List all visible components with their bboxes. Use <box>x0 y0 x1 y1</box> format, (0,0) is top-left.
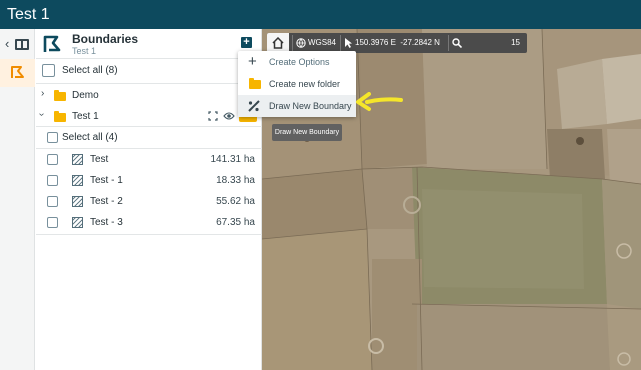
collapse-panel-button[interactable]: ‹ <box>5 37 31 53</box>
folder-name: Test 1 <box>72 111 99 122</box>
chevron-right-icon[interactable]: › <box>41 88 44 99</box>
plus-icon: + <box>248 53 257 70</box>
boundary-area: 67.35 ha <box>216 217 255 228</box>
zoom-value: 15 <box>511 38 520 47</box>
create-options-menu: + Create Options Create new folder Draw … <box>238 51 356 117</box>
boundary-name: Test - 3 <box>90 217 123 228</box>
boundary-polygon-icon <box>72 217 83 228</box>
divider <box>448 35 449 51</box>
fit-extent-icon[interactable] <box>208 111 218 121</box>
map-toolbar: WGS84 150.3976 E -27.2842 N 15 <box>267 33 527 53</box>
window-title: Test 1 <box>0 0 641 29</box>
divider <box>36 126 262 127</box>
row-checkbox[interactable] <box>47 154 58 165</box>
boundaries-nav-button[interactable] <box>0 59 35 87</box>
draw-new-boundary-item[interactable]: Draw New Boundary <box>238 95 356 117</box>
divider <box>36 234 262 235</box>
chevron-down-icon[interactable]: › <box>36 113 47 116</box>
panel-icon <box>15 39 29 50</box>
row-checkbox[interactable] <box>47 217 58 228</box>
divider <box>36 148 262 149</box>
annotation-arrow-icon <box>356 92 403 111</box>
divider <box>292 35 293 51</box>
row-checkbox[interactable] <box>47 196 58 207</box>
select-all-label: Select all (8) <box>62 65 118 76</box>
boundary-name: Test <box>90 154 109 165</box>
draw-polygon-icon <box>248 100 260 112</box>
chevron-left-icon: ‹ <box>5 36 10 51</box>
folder-name: Demo <box>72 90 99 101</box>
boundary-polygon-icon <box>72 196 83 207</box>
coordinates-readout: 150.3976 E -27.2842 N <box>355 38 440 47</box>
eye-icon[interactable] <box>223 111 235 121</box>
divider <box>340 35 341 51</box>
boundary-flag-icon <box>11 66 24 78</box>
add-button[interactable]: + <box>241 37 252 48</box>
boundary-area: 18.33 ha <box>216 175 255 186</box>
zoom-icon <box>452 38 462 48</box>
tooltip: Draw New Boundary <box>272 124 342 141</box>
zoom-level[interactable]: 15 <box>452 33 524 53</box>
menu-item-label: Create new folder <box>269 79 341 89</box>
boundary-name: Test - 1 <box>90 175 123 186</box>
row-checkbox[interactable] <box>47 175 58 186</box>
divider <box>36 58 262 59</box>
menu-header: + Create Options <box>238 51 356 73</box>
left-rail: ‹ <box>0 29 35 370</box>
boundary-flag-icon <box>43 35 61 52</box>
panel-title: Boundaries <box>72 32 139 46</box>
boundary-area: 55.62 ha <box>216 196 255 207</box>
boundary-area: 141.31 ha <box>210 154 256 165</box>
home-button[interactable] <box>267 33 289 53</box>
folder-add-icon <box>249 78 261 89</box>
create-new-folder-item[interactable]: Create new folder <box>238 73 356 95</box>
cursor-icon <box>345 38 352 48</box>
globe-icon <box>296 38 306 48</box>
divider <box>36 83 262 84</box>
select-all-label: Select all (4) <box>62 132 118 143</box>
panel-subtitle: Test 1 <box>72 46 97 56</box>
menu-header-label: Create Options <box>269 57 330 67</box>
boundary-name: Test - 2 <box>90 196 123 207</box>
boundaries-panel: Boundaries Test 1 + Select all (8) › Dem… <box>36 29 262 370</box>
home-icon <box>272 37 284 49</box>
folder-icon <box>54 111 66 122</box>
select-all-checkbox[interactable] <box>47 132 58 143</box>
folder-icon <box>54 90 66 101</box>
boundary-polygon-icon <box>72 154 83 165</box>
projection-label: WGS84 <box>308 38 337 47</box>
menu-item-label: Draw New Boundary <box>269 101 352 111</box>
boundary-polygon-icon <box>72 175 83 186</box>
select-all-checkbox[interactable] <box>42 64 55 77</box>
